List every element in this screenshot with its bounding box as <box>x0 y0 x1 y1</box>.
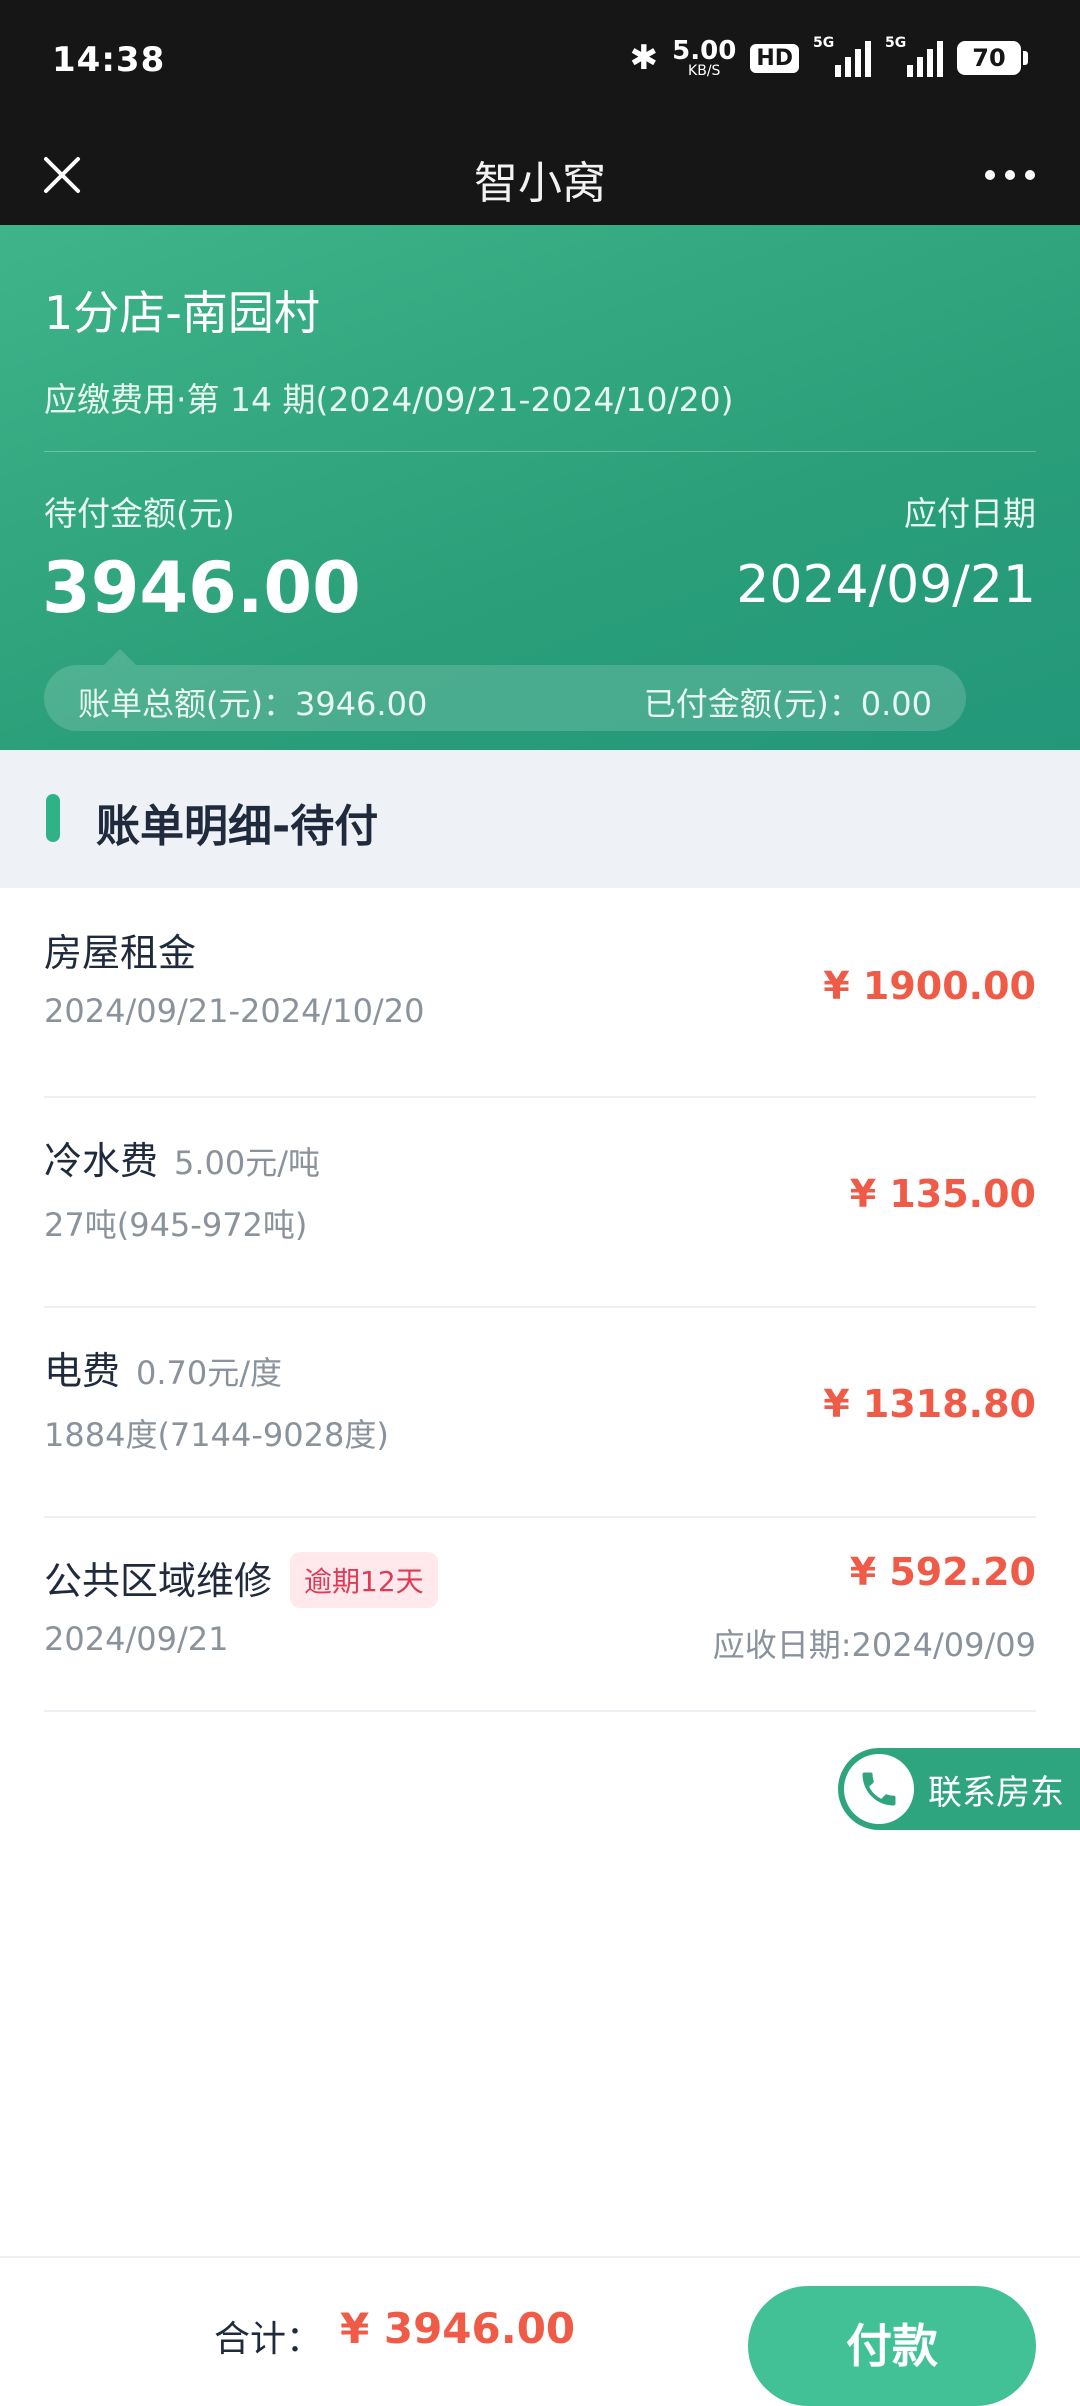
phone-icon <box>844 1754 914 1824</box>
item-due-date: 应收日期:2024/09/09 <box>712 1626 1036 1664</box>
shop-name: 1分店-南园村 <box>44 286 320 340</box>
item-name: 房屋租金 <box>44 931 197 975</box>
item-amount: ¥ 1900.00 <box>823 964 1036 1008</box>
item-name: 电费 0.70元/度 <box>44 1340 282 1395</box>
item-detail: 27吨(945-972吨) <box>44 1206 308 1244</box>
more-button[interactable] <box>970 143 1050 207</box>
battery-icon: 70 <box>957 41 1028 75</box>
net-speed-value: 5.00 <box>672 36 737 66</box>
item-name-text: 公共区域维修 <box>44 1559 273 1603</box>
item-amount: ¥ 135.00 <box>849 1172 1036 1216</box>
status-bar: 14:38 ✱ 5.00 KB/S HD 5G 5G 70 <box>0 0 1080 125</box>
item-amount: ¥ 592.20 <box>849 1550 1036 1594</box>
signal-icon-1: 5G <box>813 35 871 77</box>
paid-amount: 已付金额(元)：0.00 <box>643 685 932 723</box>
summary-pill-notch <box>104 649 136 665</box>
section-header: 账单明细-待付 <box>0 750 1080 888</box>
contact-landlord-label: 联系房东 <box>928 1772 1064 1813</box>
pending-amount-label: 待付金额(元) <box>44 494 235 533</box>
total-amount: ¥ 3946.00 <box>340 2304 576 2353</box>
item-amount: ¥ 1318.80 <box>823 1382 1036 1426</box>
item-name: 公共区域维修 逾期12天 <box>44 1550 438 1612</box>
bill-item-water: 冷水费 5.00元/吨 27吨(945-972吨) ¥ 135.00 <box>44 1096 1036 1308</box>
section-title: 账单明细-待付 <box>96 801 379 852</box>
status-icons: ✱ 5.00 KB/S HD 5G 5G 70 <box>629 35 1028 78</box>
more-icon <box>985 170 995 180</box>
nav-title: 智小窝 <box>474 158 606 209</box>
bill-item-maintenance: 公共区域维修 逾期12天 2024/09/21 ¥ 592.20 应收日期:202… <box>44 1516 1036 1712</box>
item-unit-price: 5.00元/吨 <box>174 1144 321 1182</box>
signal-label-2: 5G <box>885 35 907 51</box>
item-detail: 1884度(7144-9028度) <box>44 1416 389 1454</box>
net-speed: 5.00 KB/S <box>672 38 736 78</box>
item-detail: 2024/09/21 <box>44 1620 229 1658</box>
net-speed-unit: KB/S <box>688 63 721 79</box>
battery-level: 70 <box>957 41 1021 75</box>
item-detail: 2024/09/21-2024/10/20 <box>44 992 425 1030</box>
bluetooth-icon: ✱ <box>629 38 659 78</box>
bill-header-card: 1分店-南园村 应缴费用·第 14 期(2024/09/21-2024/10/2… <box>0 225 1080 750</box>
item-name: 冷水费 5.00元/吨 <box>44 1130 320 1185</box>
bill-item-electricity: 电费 0.70元/度 1884度(7144-9028度) ¥ 1318.80 <box>44 1306 1036 1518</box>
signal-icon-2: 5G <box>885 35 943 77</box>
payment-footer: 合计： ¥ 3946.00 付款 <box>0 2256 1080 2406</box>
section-accent-bar <box>46 794 60 842</box>
total-label: 合计： <box>214 2319 323 2360</box>
status-time: 14:38 <box>52 40 166 80</box>
pending-amount: 3946.00 <box>42 547 361 629</box>
bill-total: 账单总额(元)：3946.00 <box>78 685 428 723</box>
item-name-text: 冷水费 <box>44 1139 159 1183</box>
nav-bar: 智小窝 <box>0 125 1080 225</box>
bill-item-rent: 房屋租金 2024/09/21-2024/10/20 ¥ 1900.00 <box>44 888 1036 1098</box>
pay-button[interactable]: 付款 <box>748 2286 1036 2406</box>
signal-label-1: 5G <box>813 35 835 51</box>
due-date: 2024/09/21 <box>736 555 1036 615</box>
contact-landlord-button[interactable]: 联系房东 <box>838 1748 1080 1830</box>
bill-period: 应缴费用·第 14 期(2024/09/21-2024/10/20) <box>44 380 734 419</box>
header-divider <box>44 451 1036 452</box>
overdue-badge: 逾期12天 <box>290 1551 438 1608</box>
due-date-label: 应付日期 <box>904 494 1036 533</box>
bill-summary-pill: 账单总额(元)：3946.00 已付金额(元)：0.00 <box>44 665 966 731</box>
hd-icon: HD <box>750 43 799 73</box>
item-unit-price: 0.70元/度 <box>136 1354 283 1392</box>
item-name-text: 电费 <box>44 1349 121 1393</box>
